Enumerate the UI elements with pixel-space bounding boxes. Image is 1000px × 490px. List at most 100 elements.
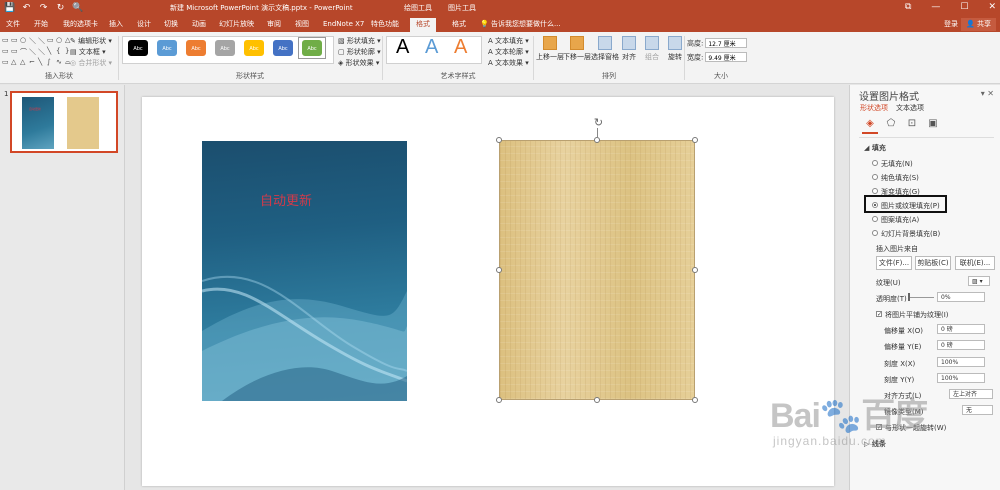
- tab-insert[interactable]: 插入: [109, 19, 123, 30]
- repeat-icon[interactable]: ↻: [55, 2, 66, 14]
- tab-features[interactable]: 特色功能: [371, 19, 399, 30]
- shape-effects-button[interactable]: ◈ 形状效果 ▾: [338, 58, 379, 68]
- merge-shapes-button[interactable]: ◎ 合并形状 ▾: [70, 58, 112, 68]
- shape-item[interactable]: ⌒: [20, 47, 28, 57]
- text-effects-button[interactable]: A 文本效果 ▾: [488, 58, 529, 68]
- rotation-handle-icon[interactable]: ↻: [593, 117, 604, 128]
- effects-icon[interactable]: ⬠: [885, 118, 897, 130]
- tab-my-tab[interactable]: 我的选项卡: [63, 19, 98, 30]
- wordart-style-item[interactable]: A: [425, 36, 438, 58]
- tab-home[interactable]: 开始: [34, 19, 48, 30]
- paper-texture-picture[interactable]: [499, 140, 695, 400]
- resize-handle[interactable]: [692, 267, 698, 273]
- share-button[interactable]: 👤 共享: [961, 18, 996, 31]
- tab-transitions[interactable]: 切换: [164, 19, 178, 30]
- shape-item[interactable]: ╲: [47, 47, 55, 57]
- send-backward-button[interactable]: 下移一层: [562, 36, 592, 62]
- radio-no-fill[interactable]: 无填充(N): [872, 159, 913, 169]
- shape-item[interactable]: ▭: [2, 36, 10, 46]
- width-input[interactable]: [705, 52, 748, 62]
- shape-item[interactable]: ⌐: [29, 58, 37, 67]
- fill-line-icon[interactable]: ◈: [864, 118, 876, 130]
- close-icon[interactable]: ✕: [988, 2, 996, 12]
- shape-item[interactable]: ＼: [38, 36, 46, 46]
- shape-style-item[interactable]: Abc: [186, 40, 206, 56]
- shape-item[interactable]: △: [11, 58, 19, 67]
- shape-item[interactable]: ∫: [47, 58, 55, 67]
- shape-item[interactable]: ＼: [29, 47, 37, 57]
- online-button[interactable]: 联机(E)...: [955, 256, 995, 270]
- wordart-style-item[interactable]: A: [396, 36, 409, 58]
- shape-item[interactable]: ＼: [29, 36, 37, 46]
- tab-animations[interactable]: 动画: [192, 19, 206, 30]
- slide-canvas[interactable]: 自动更新 ↻: [142, 97, 834, 486]
- resize-handle[interactable]: [594, 137, 600, 143]
- shape-item[interactable]: ▭: [11, 36, 19, 46]
- slide-thumbnail[interactable]: 自动更新: [10, 91, 118, 153]
- cover-picture[interactable]: 自动更新: [202, 141, 407, 401]
- offset-x-input[interactable]: 0 磅: [937, 324, 985, 334]
- height-input[interactable]: [705, 38, 748, 48]
- texture-dropdown[interactable]: ▨ ▾: [968, 276, 990, 286]
- tab-text-options[interactable]: 文本选项: [896, 103, 924, 113]
- resize-handle[interactable]: [692, 397, 698, 403]
- offset-y-input[interactable]: 0 磅: [937, 340, 985, 350]
- radio-slide-background-fill[interactable]: 幻灯片背景填充(B): [872, 229, 940, 239]
- shape-style-item[interactable]: Abc: [215, 40, 235, 56]
- minimize-icon[interactable]: —: [931, 2, 940, 12]
- alignment-dropdown[interactable]: 左上对齐: [949, 389, 993, 399]
- shape-item[interactable]: ＼: [38, 47, 46, 57]
- cover-title-text[interactable]: 自动更新: [260, 190, 312, 209]
- tab-review[interactable]: 审阅: [267, 19, 281, 30]
- shape-item[interactable]: ▭: [11, 47, 19, 57]
- shape-style-item[interactable]: Abc: [128, 40, 148, 56]
- shape-item[interactable]: ○: [20, 36, 28, 46]
- tab-format-picture[interactable]: 格式: [452, 19, 466, 30]
- save-icon[interactable]: 💾: [4, 2, 15, 14]
- edit-shape-button[interactable]: ✎ 编辑形状 ▾: [70, 36, 112, 46]
- picture-icon[interactable]: ▣: [927, 118, 939, 130]
- rotate-button[interactable]: 旋转: [660, 36, 690, 62]
- shape-item[interactable]: ▭: [2, 47, 10, 57]
- shape-style-item[interactable]: Abc: [302, 40, 322, 56]
- resize-handle[interactable]: [496, 267, 502, 273]
- wordart-style-item[interactable]: A: [454, 36, 467, 58]
- bring-forward-button[interactable]: 上移一层: [535, 36, 565, 62]
- shape-outline-button[interactable]: ▢ 形状轮廓 ▾: [338, 47, 381, 57]
- resize-handle[interactable]: [692, 137, 698, 143]
- login-link[interactable]: 登录: [944, 19, 958, 30]
- redo-icon[interactable]: ↷: [38, 2, 49, 14]
- ribbon-display-icon[interactable]: ⧉: [905, 2, 911, 12]
- tell-me-search[interactable]: 💡 告诉我您想要做什么...: [480, 19, 561, 29]
- transparency-input[interactable]: 0%: [937, 292, 985, 302]
- tab-slideshow[interactable]: 幻灯片放映: [219, 19, 254, 30]
- pane-controls[interactable]: ▾ ✕: [981, 89, 994, 98]
- scale-y-input[interactable]: 100%: [937, 373, 985, 383]
- tile-checkbox[interactable]: ✓ 将图片平铺为纹理(I): [876, 310, 949, 320]
- shape-style-item[interactable]: Abc: [244, 40, 264, 56]
- radio-solid-fill[interactable]: 纯色填充(S): [872, 173, 919, 183]
- tab-design[interactable]: 设计: [137, 19, 151, 30]
- shape-item[interactable]: ▭: [2, 58, 10, 67]
- radio-pattern-fill[interactable]: 图案填充(A): [872, 215, 919, 225]
- print-preview-icon[interactable]: 🔍: [72, 2, 83, 14]
- mirror-type-dropdown[interactable]: 无: [962, 405, 993, 415]
- fill-section-header[interactable]: ◢ 填充: [864, 143, 886, 153]
- shape-item[interactable]: ∿: [56, 58, 64, 67]
- shape-item[interactable]: ○: [56, 36, 64, 46]
- scale-x-input[interactable]: 100%: [937, 357, 985, 367]
- clipboard-button[interactable]: 剪贴板(C): [915, 256, 951, 270]
- maximize-icon[interactable]: ☐: [960, 2, 968, 12]
- size-properties-icon[interactable]: ⊡: [906, 118, 918, 130]
- resize-handle[interactable]: [496, 137, 502, 143]
- transparency-slider-track[interactable]: [908, 297, 934, 298]
- tab-file[interactable]: 文件: [6, 19, 20, 30]
- transparency-slider-thumb[interactable]: [908, 293, 910, 301]
- tab-view[interactable]: 视图: [295, 19, 309, 30]
- text-box-button[interactable]: ▤ 文本框 ▾: [70, 47, 106, 57]
- text-outline-button[interactable]: A 文本轮廓 ▾: [488, 47, 529, 57]
- text-fill-button[interactable]: A 文本填充 ▾: [488, 36, 529, 46]
- tab-format-drawing[interactable]: 格式: [410, 18, 436, 32]
- resize-handle[interactable]: [594, 397, 600, 403]
- file-button[interactable]: 文件(F)...: [876, 256, 912, 270]
